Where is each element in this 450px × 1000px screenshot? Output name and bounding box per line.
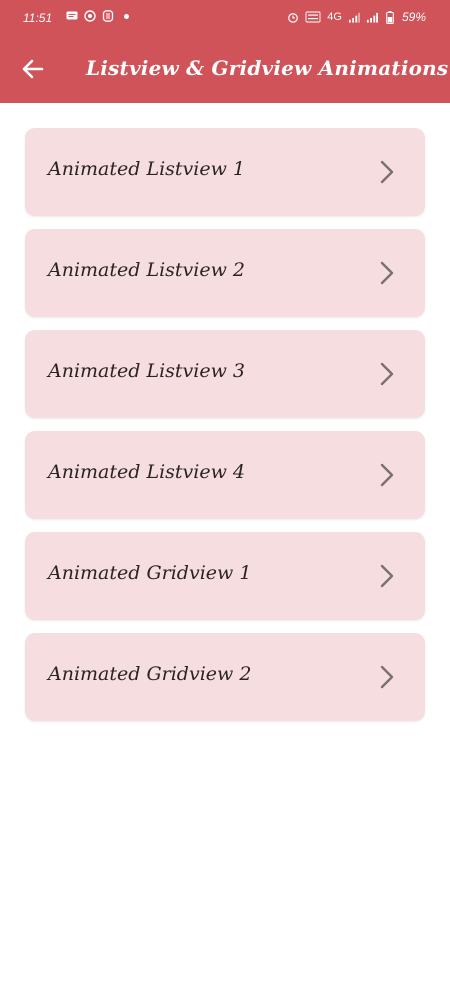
status-time: 11:51 [23, 11, 53, 25]
list-item-label: Animated Gridview 2 [48, 663, 252, 685]
list-item-animated-gridview-1[interactable]: Animated Gridview 1 [25, 532, 425, 620]
chevron-right-icon [380, 564, 394, 588]
message-icon [66, 10, 78, 22]
list-item-animated-listview-1[interactable]: Animated Listview 1 [25, 128, 425, 216]
back-button[interactable] [20, 56, 46, 82]
chevron-right-icon [380, 665, 394, 689]
animation-list: Animated Listview 1 Animated Listview 2 … [25, 128, 425, 734]
system-icons: 4G 59% [287, 10, 426, 24]
signal-icon-1 [348, 11, 360, 23]
list-item-animated-listview-3[interactable]: Animated Listview 3 [25, 330, 425, 418]
list-item-animated-gridview-2[interactable]: Animated Gridview 2 [25, 633, 425, 721]
whatsapp-icon [84, 10, 96, 22]
chevron-right-icon [380, 463, 394, 487]
chevron-right-icon [380, 261, 394, 285]
chevron-right-icon [380, 362, 394, 386]
chevron-right-icon [380, 160, 394, 184]
app-s-icon [102, 10, 114, 22]
notification-icons [66, 10, 129, 22]
page-title: Listview & Gridview Animations [86, 56, 449, 80]
volte-icon [305, 11, 321, 23]
battery-percent: 59% [401, 10, 426, 24]
alarm-icon [287, 11, 299, 23]
list-item-label: Animated Gridview 1 [48, 562, 252, 584]
arrow-left-icon [22, 59, 44, 79]
list-item-label: Animated Listview 2 [48, 259, 245, 281]
top-app-bar: 11:51 4G 59% Listview & Gridview Animati… [0, 0, 450, 103]
more-notifications-dot [124, 13, 129, 19]
list-item-label: Animated Listview 1 [48, 158, 245, 180]
status-bar: 11:51 4G 59% [0, 0, 450, 36]
signal-icon-2 [366, 11, 378, 23]
list-item-animated-listview-4[interactable]: Animated Listview 4 [25, 431, 425, 519]
app-bar: Listview & Gridview Animations [0, 44, 450, 96]
list-item-animated-listview-2[interactable]: Animated Listview 2 [25, 229, 425, 317]
list-item-label: Animated Listview 4 [48, 461, 245, 483]
battery-icon [384, 10, 396, 24]
network-type: 4G [327, 11, 342, 23]
list-item-label: Animated Listview 3 [48, 360, 245, 382]
